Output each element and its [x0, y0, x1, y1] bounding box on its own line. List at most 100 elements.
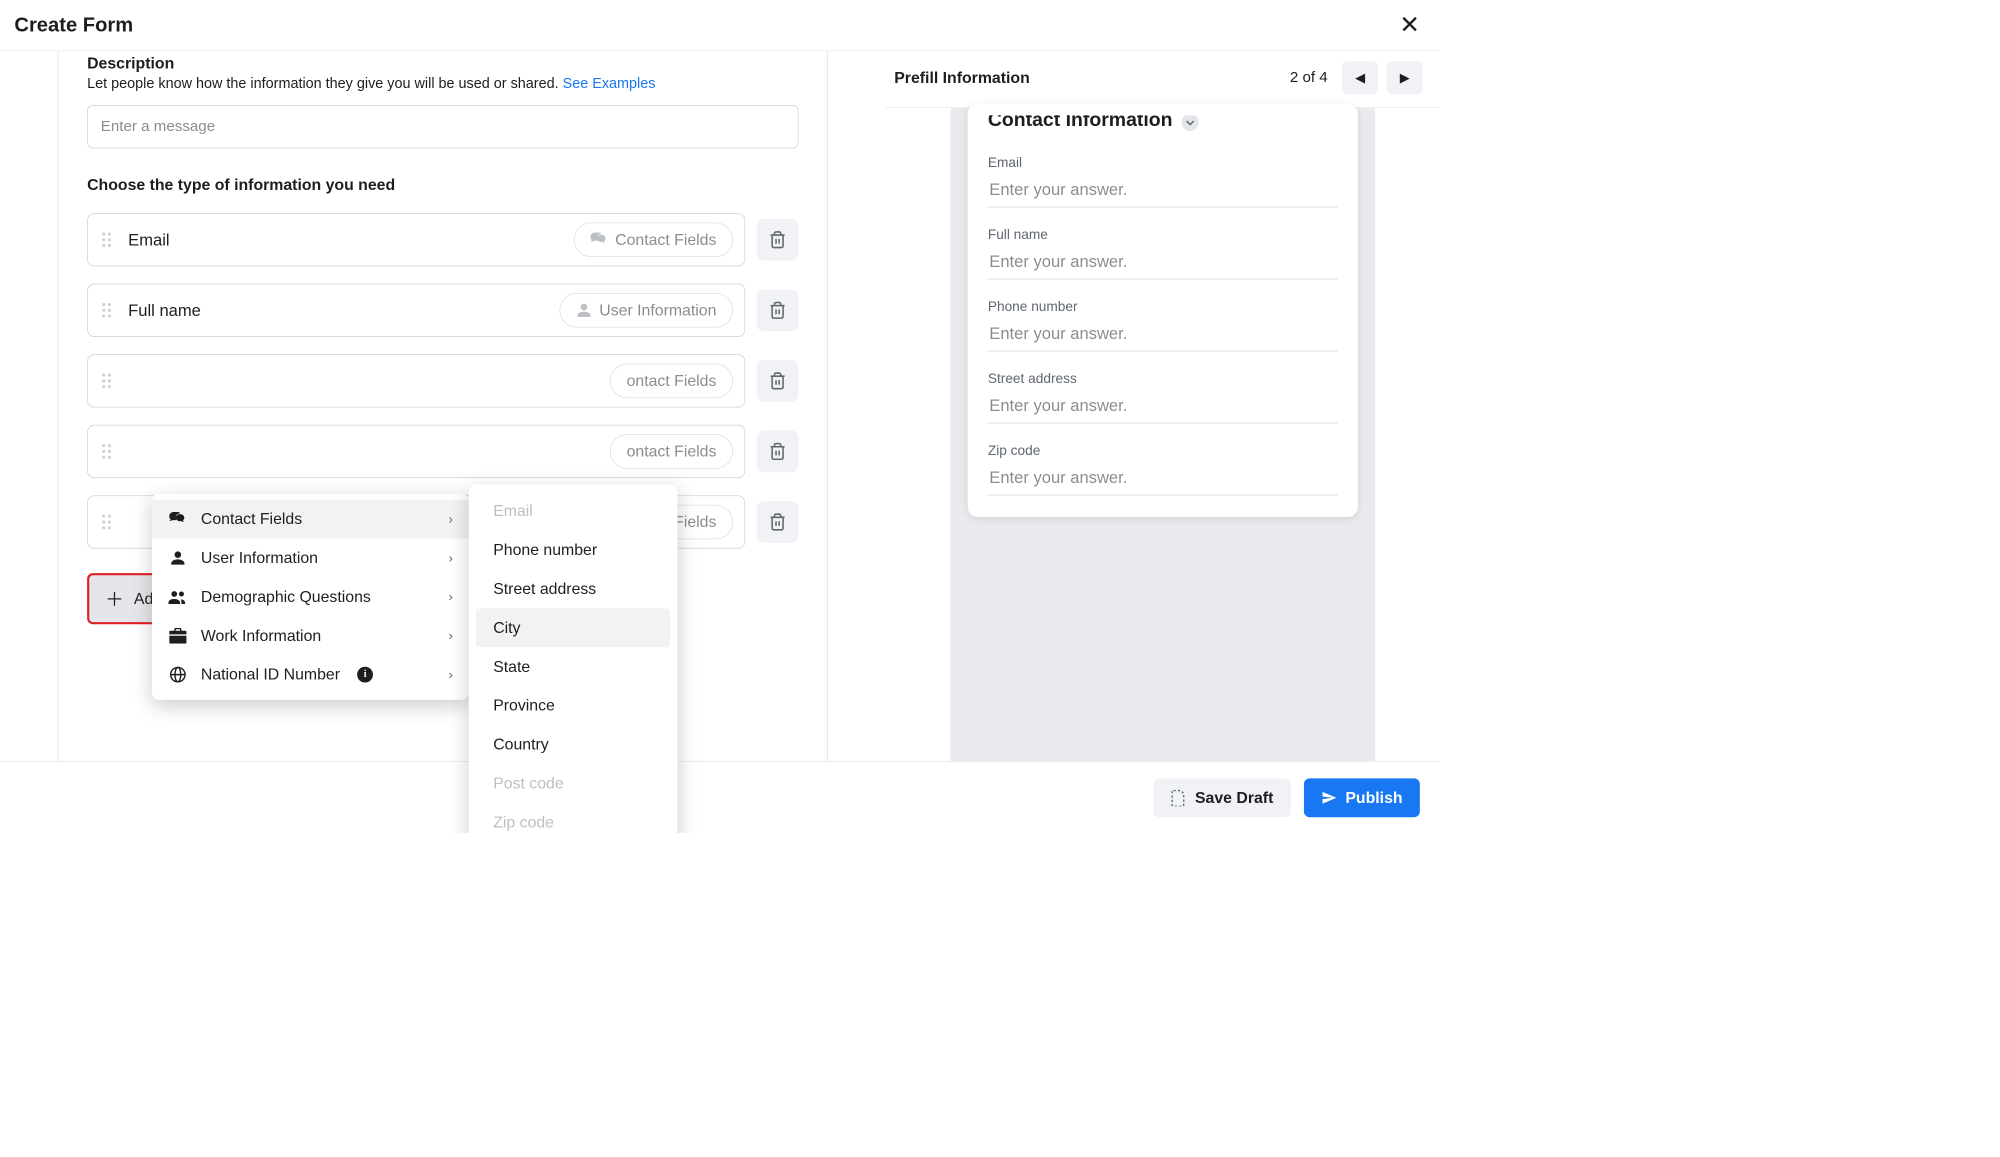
form-editor-card: Description Let people know how the info…	[58, 51, 828, 833]
preview-field: Phone number	[988, 300, 1338, 352]
drag-handle-icon[interactable]	[102, 374, 115, 388]
category-menu-item-work[interactable]: Work Information ›	[152, 616, 469, 655]
category-menu-item-demographic[interactable]: Demographic Questions ›	[152, 577, 469, 616]
chevron-down-icon	[1181, 115, 1198, 131]
save-draft-button[interactable]: Save Draft	[1153, 778, 1290, 817]
chevron-right-icon: ›	[449, 550, 453, 565]
caret-right-icon: ▶	[1400, 70, 1410, 85]
drag-handle-icon[interactable]	[102, 303, 115, 317]
drag-handle-icon[interactable]	[102, 444, 115, 458]
modal-header: Create Form ✕	[0, 0, 1440, 51]
category-menu-item-contact[interactable]: Contact Fields ›	[152, 500, 469, 539]
preview-prev-button[interactable]: ◀	[1342, 61, 1378, 94]
trash-icon	[768, 372, 787, 391]
preview-card-title-text: Contact Information	[988, 115, 1173, 131]
preview-field: Email	[988, 156, 1338, 208]
category-menu[interactable]: Contact Fields › User Information › Demo…	[152, 494, 469, 700]
trash-icon	[768, 442, 787, 461]
field-label: Email	[128, 230, 574, 249]
field-tag-label: ontact Fields	[627, 442, 717, 461]
field-item[interactable]: ontact Fields	[87, 354, 745, 407]
publish-label: Publish	[1345, 788, 1402, 807]
person-icon	[576, 302, 592, 318]
paper-plane-icon	[1321, 789, 1337, 805]
draft-file-icon	[1171, 789, 1187, 806]
caret-left-icon: ◀	[1355, 70, 1365, 85]
description-input[interactable]	[87, 105, 798, 148]
submenu-item-zipcode[interactable]: Zip code	[476, 803, 670, 833]
preview-field: Street address	[988, 372, 1338, 424]
preview-field-input[interactable]	[988, 243, 1338, 279]
category-menu-item-user[interactable]: User Information ›	[152, 539, 469, 578]
preview-field-label: Full name	[988, 228, 1338, 244]
preview-title: Prefill Information	[894, 68, 1030, 87]
trash-icon	[768, 230, 787, 249]
submenu-item-province[interactable]: Province	[476, 686, 670, 725]
plus-icon: ＋	[105, 585, 124, 612]
preview-field-input[interactable]	[988, 315, 1338, 351]
category-menu-label: Work Information	[201, 626, 321, 645]
field-tag: User Information	[560, 293, 733, 328]
field-row: Full name User Information	[87, 284, 798, 337]
field-tag-label: ontact Fields	[627, 372, 717, 391]
modal-title: Create Form	[14, 14, 133, 37]
field-label: Full name	[128, 301, 560, 320]
field-row: ontact Fields	[87, 425, 798, 478]
close-icon[interactable]: ✕	[1399, 13, 1420, 37]
contact-fields-submenu[interactable]: Email Phone number Street address City S…	[469, 485, 678, 833]
preview-field-input[interactable]	[988, 459, 1338, 495]
preview-next-button[interactable]: ▶	[1387, 61, 1423, 94]
delete-field-button[interactable]	[757, 360, 799, 402]
preview-card-title: Contact Information	[988, 115, 1338, 131]
field-item[interactable]: Full name User Information	[87, 284, 745, 337]
group-icon	[168, 590, 188, 604]
see-examples-link[interactable]: See Examples	[563, 76, 656, 92]
category-menu-label: National ID Number	[201, 665, 340, 684]
field-row: Email Contact Fields	[87, 213, 798, 266]
trash-icon	[768, 301, 787, 320]
preview-card: Contact Information Email Full name	[968, 104, 1358, 517]
field-tag: ontact Fields	[610, 364, 733, 399]
field-tag-label: User Information	[599, 301, 716, 320]
trash-icon	[768, 513, 787, 532]
publish-button[interactable]: Publish	[1304, 778, 1420, 817]
submenu-item-street[interactable]: Street address	[476, 570, 670, 609]
field-item[interactable]: ontact Fields	[87, 425, 745, 478]
submenu-item-postcode[interactable]: Post code	[476, 764, 670, 803]
save-draft-label: Save Draft	[1195, 788, 1273, 807]
description-subtext: Let people know how the information they…	[87, 76, 798, 93]
description-heading: Description	[87, 54, 798, 73]
category-menu-label: Demographic Questions	[201, 588, 371, 607]
preview-field-label: Zip code	[988, 444, 1338, 460]
preview-field-label: Street address	[988, 372, 1338, 388]
briefcase-icon	[168, 628, 188, 644]
delete-field-button[interactable]	[757, 289, 799, 331]
delete-field-button[interactable]	[757, 431, 799, 473]
drag-handle-icon[interactable]	[102, 515, 115, 529]
field-item[interactable]: Email Contact Fields	[87, 213, 745, 266]
delete-field-button[interactable]	[757, 501, 799, 543]
preview-step-indicator: 2 of 4	[1290, 69, 1328, 86]
chat-bubble-icon	[168, 512, 188, 526]
category-menu-label: Contact Fields	[201, 510, 302, 529]
submenu-item-email[interactable]: Email	[476, 492, 670, 531]
person-icon	[168, 550, 188, 566]
preview-field-input[interactable]	[988, 387, 1338, 423]
preview-field-input[interactable]	[988, 171, 1338, 207]
drag-handle-icon[interactable]	[102, 233, 115, 247]
submenu-item-city[interactable]: City	[476, 608, 670, 647]
preview-field: Full name	[988, 228, 1338, 280]
info-icon[interactable]: i	[357, 667, 373, 683]
submenu-item-phone[interactable]: Phone number	[476, 531, 670, 570]
submenu-item-state[interactable]: State	[476, 647, 670, 686]
submenu-item-country[interactable]: Country	[476, 725, 670, 764]
category-menu-item-national-id[interactable]: National ID Number i ›	[152, 655, 469, 694]
field-row: ontact Fields	[87, 354, 798, 407]
choose-info-heading: Choose the type of information you need	[87, 176, 798, 195]
chevron-right-icon: ›	[449, 512, 453, 527]
delete-field-button[interactable]	[757, 219, 799, 261]
category-menu-label: User Information	[201, 549, 318, 568]
chat-bubble-icon	[591, 233, 608, 247]
field-tag-label: Contact Fields	[615, 230, 716, 249]
footer-bar: Save Draft Publish	[0, 761, 1440, 833]
